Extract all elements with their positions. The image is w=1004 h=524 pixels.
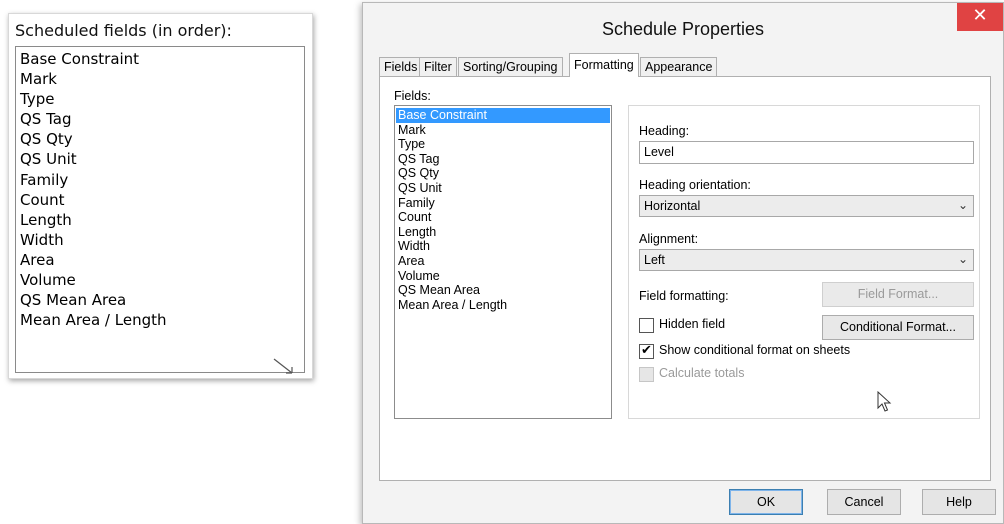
list-item[interactable]: Type [20, 89, 300, 109]
hidden-field-label: Hidden field [659, 317, 726, 331]
fields-listbox[interactable]: Base Constraint Mark Type QS Tag QS Qty … [394, 105, 612, 419]
heading-orientation-select[interactable]: Horizontal ⌄ [639, 195, 974, 217]
checkmark-icon: ✔ [641, 343, 652, 358]
alignment-value: Left [644, 253, 665, 267]
heading-label: Heading: [639, 124, 690, 138]
list-item[interactable]: QS Unit [396, 181, 610, 196]
list-item[interactable]: QS Mean Area [396, 283, 610, 298]
dialog-title: Schedule Properties [601, 19, 765, 39]
field-properties-group: Heading: Level Heading orientation: Hori… [628, 105, 980, 419]
calculate-totals-label: Calculate totals [659, 366, 745, 380]
tab-fields[interactable]: Fields [379, 57, 423, 77]
hidden-field-checkbox[interactable] [639, 318, 654, 333]
list-item[interactable]: Area [396, 254, 610, 269]
calculate-totals-checkbox[interactable] [639, 367, 654, 382]
list-item-selected[interactable]: Base Constraint [396, 108, 610, 123]
tab-filter[interactable]: Filter [419, 57, 457, 77]
show-conditional-format-label: Show conditional format on sheets [659, 343, 851, 357]
list-item[interactable]: QS Mean Area [20, 290, 300, 310]
list-item[interactable]: Count [396, 210, 610, 225]
formatting-tab-page: Fields: Base Constraint Mark Type QS Tag… [379, 76, 991, 481]
list-item[interactable]: Type [396, 137, 610, 152]
titlebar[interactable]: Schedule Properties ✕ [363, 3, 1003, 49]
tab-formatting[interactable]: Formatting [569, 53, 639, 77]
list-item[interactable]: Volume [20, 270, 300, 290]
field-formatting-label: Field formatting: [639, 289, 729, 303]
list-item[interactable]: QS Qty [396, 166, 610, 181]
list-item[interactable]: Count [20, 190, 300, 210]
field-format-button[interactable]: Field Format... [822, 282, 974, 307]
tab-appearance[interactable]: Appearance [640, 57, 718, 77]
chevron-down-icon: ⌄ [957, 252, 968, 266]
list-item[interactable]: Mark [396, 123, 610, 138]
list-item[interactable]: QS Tag [20, 109, 300, 129]
heading-orientation-value: Horizontal [644, 199, 701, 213]
list-item[interactable]: Mean Area / Length [396, 298, 610, 313]
close-button[interactable]: ✕ [957, 3, 1003, 31]
scheduled-fields-title: Scheduled fields (in order): [15, 21, 232, 40]
mouse-pointer-icon [877, 391, 892, 412]
heading-orientation-label: Heading orientation: [639, 178, 751, 192]
cancel-button[interactable]: Cancel [827, 489, 901, 515]
list-item[interactable]: Width [20, 230, 300, 250]
close-icon: ✕ [972, 5, 988, 26]
fields-label: Fields: [394, 89, 431, 103]
list-item[interactable]: Width [396, 239, 610, 254]
list-item[interactable]: Base Constraint [20, 49, 300, 69]
list-item[interactable]: Length [396, 225, 610, 240]
list-item[interactable]: QS Qty [20, 129, 300, 149]
schedule-properties-dialog: Schedule Properties ✕ Fields Filter Sort… [362, 2, 1004, 524]
list-item[interactable]: Family [396, 196, 610, 211]
list-item[interactable]: QS Unit [20, 149, 300, 169]
list-item[interactable]: Volume [396, 269, 610, 284]
list-item[interactable]: Mean Area / Length [20, 310, 300, 330]
conditional-format-button[interactable]: Conditional Format... [822, 315, 974, 340]
mouse-pointer-icon [273, 358, 293, 374]
list-item[interactable]: QS Tag [396, 152, 610, 167]
chevron-down-icon: ⌄ [957, 198, 968, 212]
list-item[interactable]: Family [20, 170, 300, 190]
list-item[interactable]: Area [20, 250, 300, 270]
scheduled-fields-list[interactable]: Base Constraint Mark Type QS Tag QS Qty … [15, 46, 305, 373]
scheduled-fields-panel: Scheduled fields (in order): Base Constr… [8, 13, 313, 379]
list-item[interactable]: Mark [20, 69, 300, 89]
alignment-label: Alignment: [639, 232, 699, 246]
tab-sorting-grouping[interactable]: Sorting/Grouping [458, 57, 563, 77]
heading-input[interactable]: Level [639, 141, 974, 164]
ok-button[interactable]: OK [729, 489, 803, 515]
help-button[interactable]: Help [922, 489, 996, 515]
list-item[interactable]: Length [20, 210, 300, 230]
show-conditional-format-checkbox[interactable]: ✔ [639, 344, 654, 359]
alignment-select[interactable]: Left ⌄ [639, 249, 974, 271]
